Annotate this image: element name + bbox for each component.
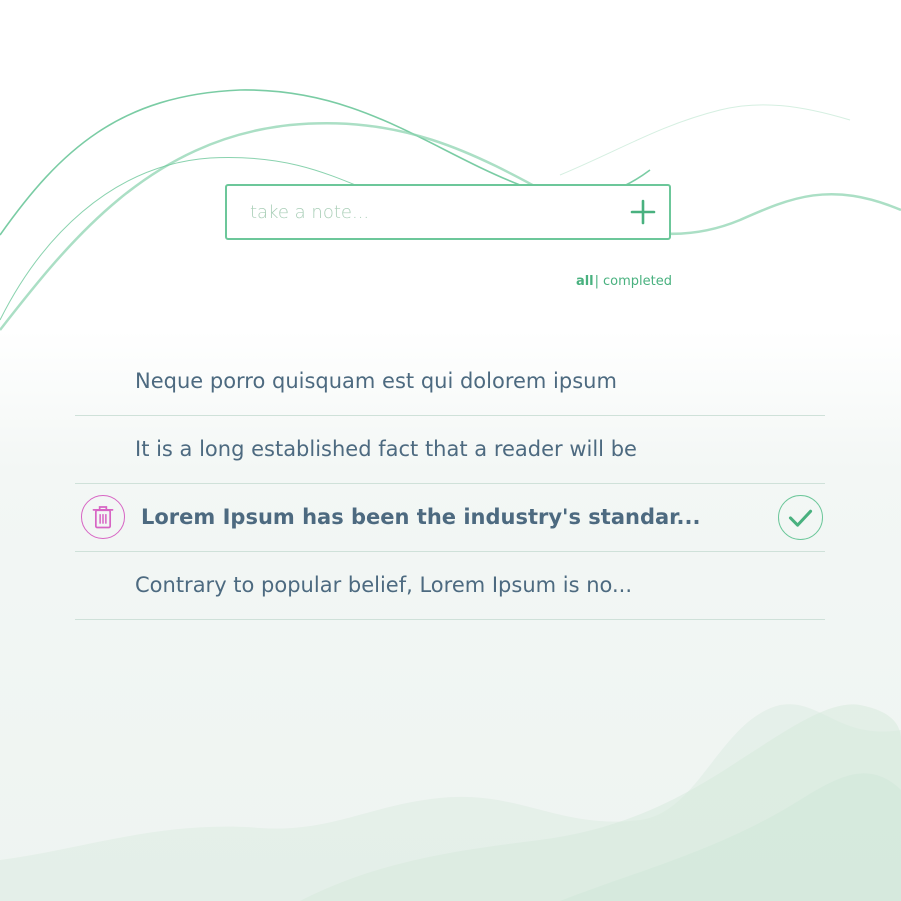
checkmark-icon bbox=[788, 509, 813, 527]
note-list: Neque porro quisquam est qui dolorem ips… bbox=[75, 348, 825, 620]
plus-icon bbox=[630, 199, 656, 225]
filter-separator: | bbox=[594, 274, 600, 289]
complete-note-button[interactable] bbox=[778, 495, 823, 540]
note-item[interactable]: Contrary to popular belief, Lorem Ipsum … bbox=[75, 552, 825, 620]
note-item[interactable]: Neque porro quisquam est qui dolorem ips… bbox=[75, 348, 825, 416]
note-item-hovered[interactable]: Lorem Ipsum has been the industry's stan… bbox=[75, 484, 825, 552]
note-text: It is a long established fact that a rea… bbox=[135, 437, 637, 461]
note-text: Contrary to popular belief, Lorem Ipsum … bbox=[135, 573, 633, 597]
add-note-button[interactable] bbox=[623, 192, 663, 232]
delete-note-button[interactable] bbox=[81, 495, 125, 539]
decorative-wave-line bbox=[559, 104, 851, 176]
filter-all-link[interactable]: all bbox=[576, 274, 594, 289]
note-input[interactable] bbox=[227, 186, 617, 238]
note-text: Neque porro quisquam est qui dolorem ips… bbox=[135, 369, 617, 393]
filter-bar: all| completed bbox=[540, 274, 672, 289]
note-input-box bbox=[225, 184, 671, 240]
trash-icon bbox=[92, 506, 114, 529]
note-text: Lorem Ipsum has been the industry's stan… bbox=[141, 505, 701, 529]
filter-completed-link[interactable]: completed bbox=[603, 274, 672, 289]
note-item[interactable]: It is a long established fact that a rea… bbox=[75, 416, 825, 484]
